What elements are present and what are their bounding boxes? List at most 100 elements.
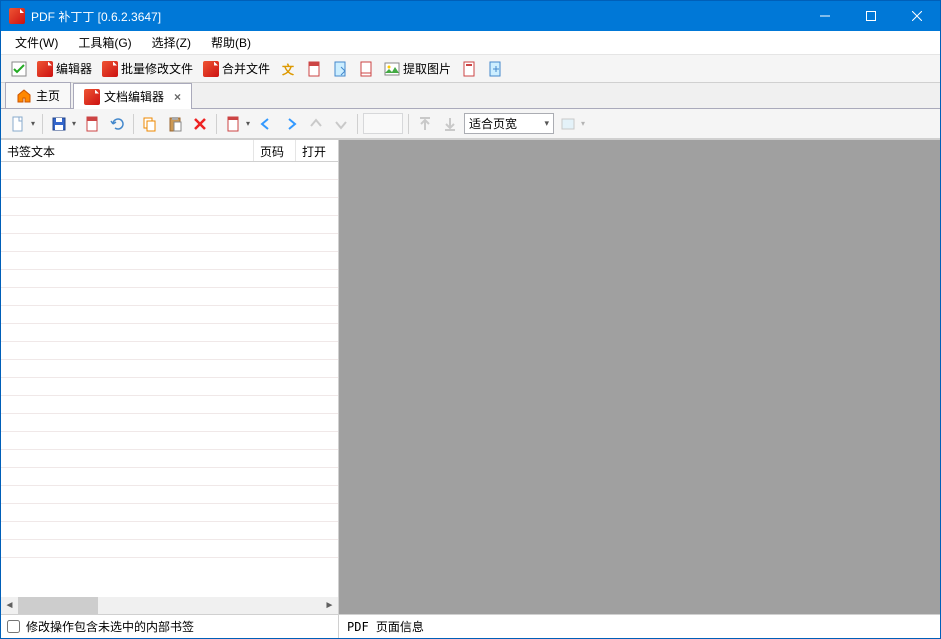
col-bookmark-text[interactable]: 书签文本	[1, 140, 254, 161]
table-row	[1, 180, 338, 198]
arrow-right-icon	[283, 116, 299, 132]
viewer-panel: PDF 页面信息	[339, 140, 940, 638]
col-page[interactable]: 页码	[254, 140, 296, 161]
table-row	[1, 414, 338, 432]
separator	[216, 114, 217, 134]
doc-tool-1-button[interactable]	[302, 59, 326, 79]
doc-tool-4-button[interactable]	[457, 59, 481, 79]
table-row	[1, 504, 338, 522]
minimize-button[interactable]	[802, 1, 848, 31]
bookmark-tool-dropdown[interactable]: ▾	[244, 119, 252, 128]
editor-button[interactable]: 编辑器	[33, 58, 96, 79]
extract-images-button[interactable]: 提取图片	[380, 58, 455, 79]
save-button[interactable]	[48, 113, 70, 135]
table-row	[1, 162, 338, 180]
separator	[357, 114, 358, 134]
table-row	[1, 234, 338, 252]
include-unselected-checkbox[interactable]	[7, 620, 20, 633]
pdf-viewer[interactable]	[339, 140, 940, 614]
bookmark-tree[interactable]	[1, 162, 338, 597]
batch-modify-button[interactable]: 批量修改文件	[98, 58, 197, 79]
copy-button[interactable]	[139, 113, 161, 135]
table-row	[1, 198, 338, 216]
doc-tool-3-button[interactable]	[354, 59, 378, 79]
app-window: PDF 补丁丁 [0.6.2.3647] 文件(W) 工具箱(G) 选择(Z) …	[0, 0, 941, 639]
new-dropdown[interactable]: ▾	[29, 119, 37, 128]
table-row	[1, 396, 338, 414]
view-mode-dropdown[interactable]: ▾	[579, 119, 587, 128]
arrow-up-bar-icon	[417, 116, 433, 132]
pdf-icon	[203, 61, 219, 77]
image-icon	[384, 61, 400, 77]
col-open[interactable]: 打开	[296, 140, 338, 161]
paste-icon	[167, 116, 183, 132]
zoom-select[interactable]: 适合页宽 ▾	[464, 113, 554, 134]
include-unselected-row: 修改操作包含未选中的内部书签	[1, 614, 338, 638]
options-button[interactable]	[7, 59, 31, 79]
menu-toolbox[interactable]: 工具箱(G)	[68, 31, 141, 54]
batch-modify-label: 批量修改文件	[121, 60, 193, 77]
down-max-button[interactable]	[439, 113, 461, 135]
menu-help[interactable]: 帮助(B)	[201, 31, 261, 54]
scroll-left-icon[interactable]: ◄	[1, 597, 18, 614]
table-row	[1, 342, 338, 360]
doc-tool-5-button[interactable]	[483, 59, 507, 79]
scroll-right-icon[interactable]: ►	[321, 597, 338, 614]
chevron-down-icon: ▾	[544, 118, 549, 129]
scrollbar-track[interactable]	[18, 597, 321, 614]
window-title: PDF 补丁丁 [0.6.2.3647]	[31, 8, 802, 25]
table-row	[1, 288, 338, 306]
menu-select[interactable]: 选择(Z)	[142, 31, 201, 54]
merge-files-button[interactable]: 合并文件	[199, 58, 274, 79]
tab-close-icon[interactable]: ×	[174, 90, 181, 104]
tab-home-label: 主页	[36, 87, 60, 104]
svg-text:文: 文	[282, 62, 295, 77]
table-row	[1, 450, 338, 468]
down-button[interactable]	[330, 113, 352, 135]
table-row	[1, 522, 338, 540]
up-button[interactable]	[305, 113, 327, 135]
delete-button[interactable]	[189, 113, 211, 135]
scrollbar-thumb[interactable]	[18, 597, 98, 614]
menubar: 文件(W) 工具箱(G) 选择(Z) 帮助(B)	[1, 31, 940, 55]
save-icon	[51, 116, 67, 132]
tab-doc-editor[interactable]: 文档编辑器 ×	[73, 83, 192, 109]
editor-label: 编辑器	[56, 60, 92, 77]
horizontal-scrollbar[interactable]: ◄ ►	[1, 597, 338, 614]
app-icon	[9, 8, 25, 24]
window-controls	[802, 1, 940, 31]
view-mode-button[interactable]	[557, 113, 579, 135]
extract-images-label: 提取图片	[403, 60, 451, 77]
prev-button[interactable]	[255, 113, 277, 135]
table-row	[1, 540, 338, 558]
menu-file[interactable]: 文件(W)	[5, 31, 68, 54]
pdf-icon	[84, 89, 100, 105]
text-tool-button[interactable]: 文	[276, 59, 300, 79]
zoom-select-value: 适合页宽	[469, 115, 517, 132]
save-dropdown[interactable]: ▾	[70, 119, 78, 128]
pdf-icon	[102, 61, 118, 77]
page-spinner[interactable]	[363, 113, 403, 134]
table-row	[1, 252, 338, 270]
bookmark-tool-button[interactable]	[222, 113, 244, 135]
tab-home[interactable]: 主页	[5, 82, 71, 108]
content-area: 书签文本 页码 打开	[1, 139, 940, 638]
titlebar: PDF 补丁丁 [0.6.2.3647]	[1, 1, 940, 31]
arrow-down-bar-icon	[442, 116, 458, 132]
paste-button[interactable]	[164, 113, 186, 135]
up-max-button[interactable]	[414, 113, 436, 135]
pdf-icon	[37, 61, 53, 77]
maximize-button[interactable]	[848, 1, 894, 31]
next-button[interactable]	[280, 113, 302, 135]
bookmark-button[interactable]	[81, 113, 103, 135]
arrow-down-icon	[333, 116, 349, 132]
undo-icon	[109, 116, 125, 132]
new-button[interactable]	[7, 113, 29, 135]
home-icon	[16, 88, 32, 104]
undo-button[interactable]	[106, 113, 128, 135]
main-toolbar: 编辑器 批量修改文件 合并文件 文 提取图片	[1, 55, 940, 83]
doc-tool-2-button[interactable]	[328, 59, 352, 79]
delete-icon	[192, 116, 208, 132]
close-button[interactable]	[894, 1, 940, 31]
bookmark-icon	[84, 116, 100, 132]
